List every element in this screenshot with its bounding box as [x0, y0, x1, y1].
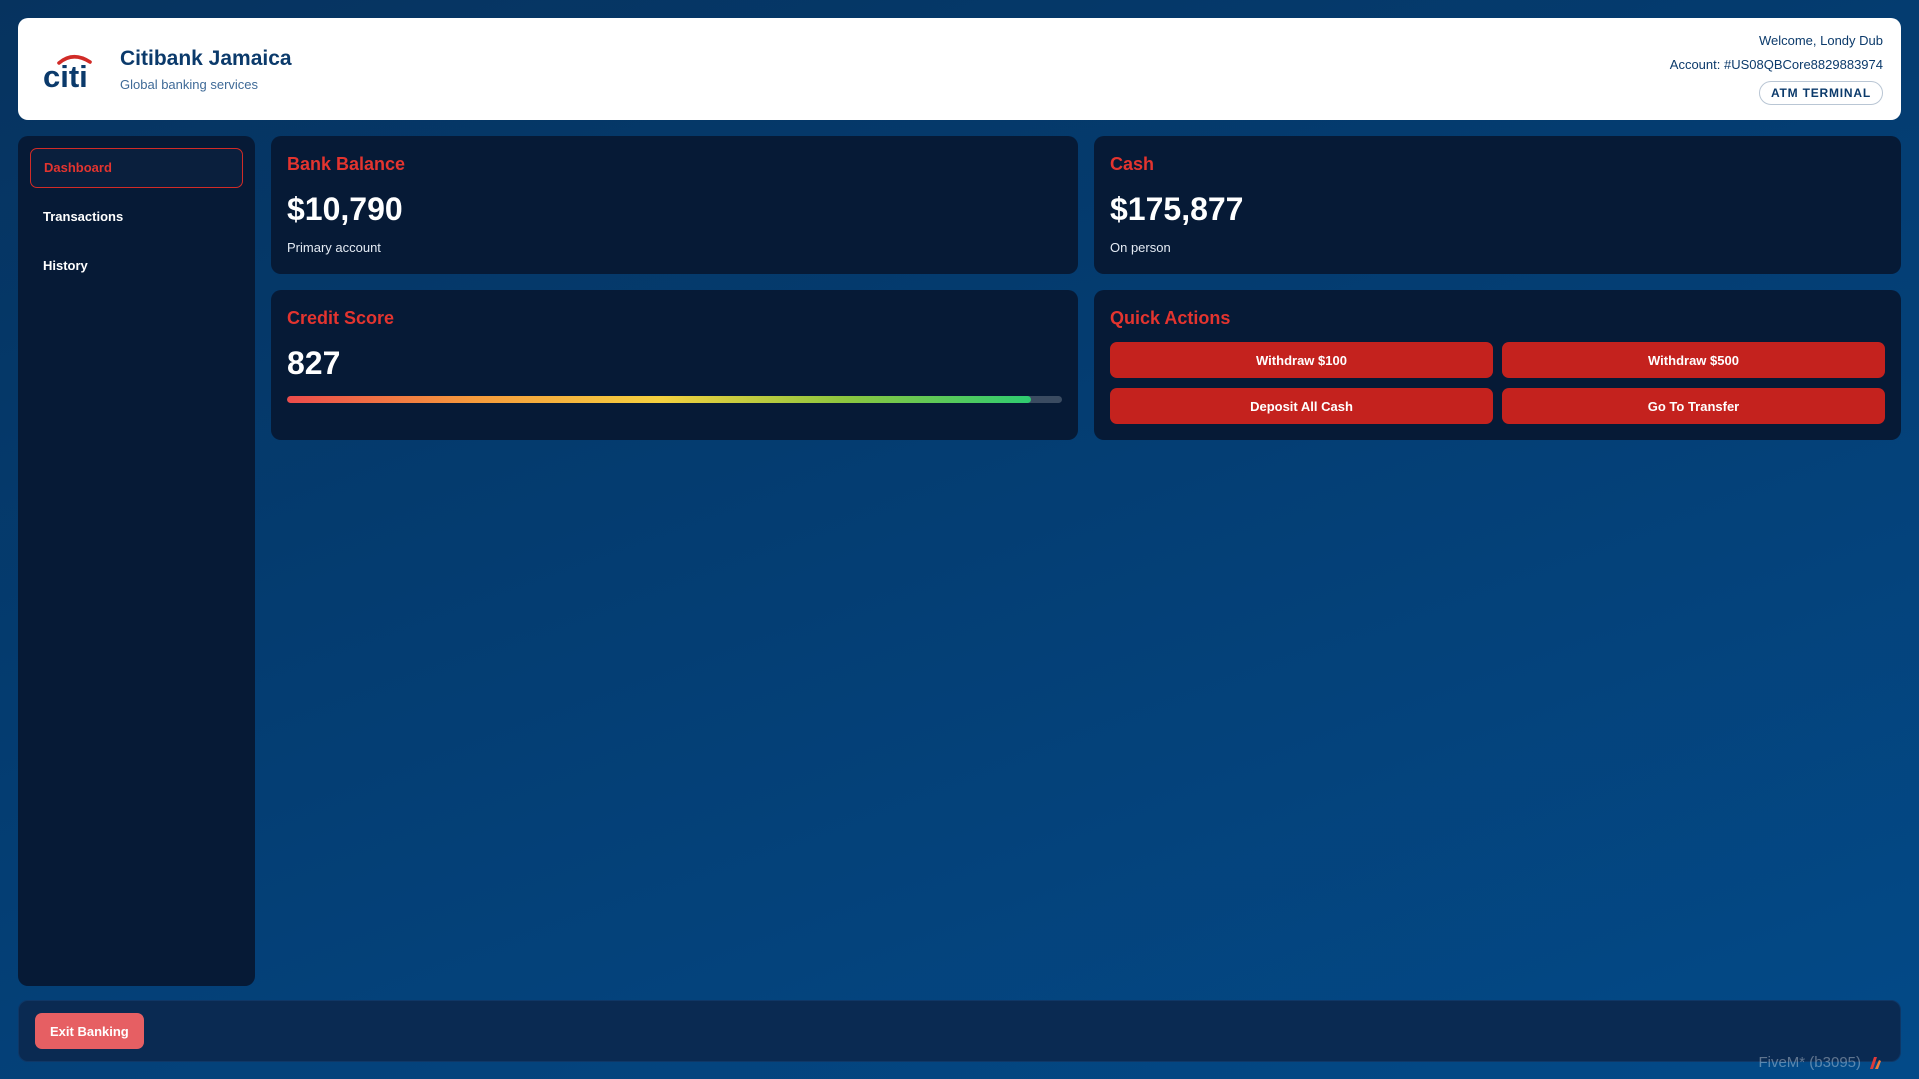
- withdraw-100-button[interactable]: Withdraw $100: [1110, 342, 1493, 378]
- sidebar: Dashboard Transactions History: [18, 136, 255, 986]
- bank-name: Citibank Jamaica: [120, 46, 292, 70]
- app-header: citi Citibank Jamaica Global banking ser…: [18, 18, 1901, 120]
- watermark-text: FiveM* (b3095): [1758, 1054, 1861, 1071]
- deposit-all-cash-button[interactable]: Deposit All Cash: [1110, 388, 1493, 424]
- svg-text:citi: citi: [43, 59, 88, 91]
- sidebar-item-transactions[interactable]: Transactions: [30, 197, 243, 237]
- bank-balance-value: $10,790: [287, 191, 403, 227]
- bank-balance-title: Bank Balance: [287, 154, 406, 174]
- credit-score-card: Credit Score 827: [271, 290, 1078, 440]
- bank-balance-subtitle: Primary account: [287, 240, 381, 255]
- fivem-watermark: FiveM* (b3095): [1758, 1054, 1883, 1071]
- cash-title: Cash: [1110, 154, 1155, 174]
- account-number: Account: #US08QBCore8829883974: [1669, 57, 1883, 72]
- citi-logo-icon: citi: [42, 47, 100, 91]
- bank-balance-card: Bank Balance $10,790 Primary account: [271, 136, 1078, 274]
- quick-actions-card: Quick Actions Withdraw $100 Withdraw $50…: [1094, 290, 1901, 440]
- bank-tagline: Global banking services: [120, 76, 259, 92]
- fivem-icon: [1870, 1056, 1881, 1069]
- sidebar-item-history[interactable]: History: [30, 246, 243, 286]
- withdraw-500-button[interactable]: Withdraw $500: [1502, 342, 1885, 378]
- cash-card: Cash $175,877 On person: [1094, 136, 1901, 274]
- brand: citi Citibank Jamaica Global banking ser…: [42, 47, 292, 92]
- cash-value: $175,877: [1110, 191, 1244, 227]
- exit-banking-button[interactable]: Exit Banking: [35, 1013, 144, 1049]
- atm-terminal-badge: ATM TERMINAL: [1758, 81, 1883, 105]
- welcome-text: Welcome, Londy Dub: [1758, 33, 1883, 48]
- credit-score-bar-fill: [287, 396, 1031, 403]
- go-to-transfer-button[interactable]: Go To Transfer: [1502, 388, 1885, 424]
- cash-subtitle: On person: [1110, 240, 1171, 255]
- credit-score-bar: [287, 396, 1062, 403]
- credit-score-value: 827: [287, 345, 341, 381]
- quick-actions-title: Quick Actions: [1110, 308, 1231, 328]
- credit-score-title: Credit Score: [287, 308, 395, 328]
- footer-bar: Exit Banking: [18, 1000, 1901, 1062]
- sidebar-item-dashboard[interactable]: Dashboard: [30, 148, 243, 188]
